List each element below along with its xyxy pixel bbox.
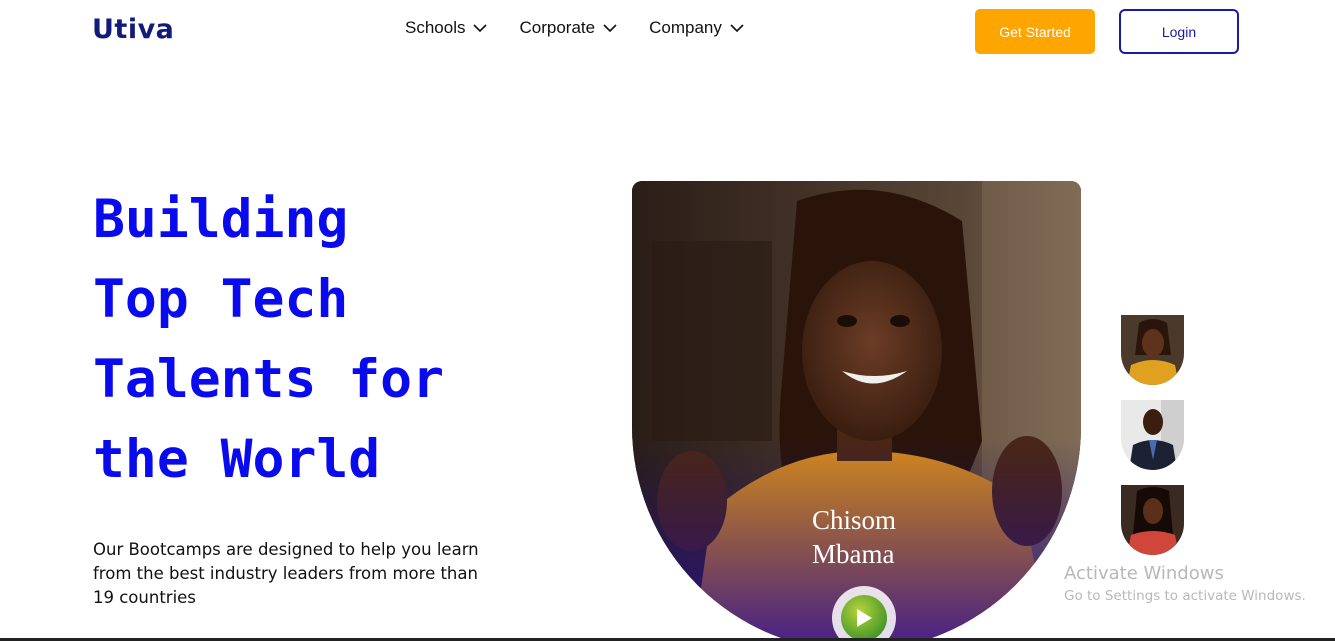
avatar-woman-red-icon [1121, 485, 1184, 555]
hero-title-line: Building [93, 189, 349, 250]
nav-item-schools[interactable]: Schools [405, 18, 488, 38]
activate-windows-title: Activate Windows [1064, 563, 1224, 584]
hero-title: Building Top Tech Talents for the World [93, 180, 593, 500]
hero-title-line: the World [93, 429, 381, 490]
play-button[interactable] [832, 586, 896, 641]
get-started-button[interactable]: Get Started [975, 9, 1095, 54]
nav-item-label: Corporate [519, 18, 596, 37]
testimonial-video[interactable]: Chisom Mbama [632, 181, 1081, 641]
video-still-image [632, 181, 1081, 641]
play-button-inner [841, 595, 887, 641]
avatar-man-suit-icon [1121, 400, 1184, 470]
chevron-down-icon [603, 23, 617, 32]
testimonial-person-name: Chisom Mbama [812, 503, 896, 571]
testimonial-thumbnail[interactable] [1121, 485, 1184, 555]
testimonial-thumbnail[interactable] [1121, 400, 1184, 470]
hero-title-line: Top Tech [93, 269, 349, 330]
testimonial-thumbnail[interactable] [1121, 315, 1184, 385]
main-nav: Schools Corporate Company [405, 18, 744, 38]
avatar-woman-yellow-icon [1121, 315, 1184, 385]
chevron-down-icon [473, 23, 488, 32]
hero-title-line: Talents for [93, 349, 444, 410]
login-button[interactable]: Login [1119, 9, 1239, 54]
nav-item-company[interactable]: Company [649, 18, 744, 38]
person-first-name: Chisom [812, 505, 897, 535]
nav-item-label: Schools [405, 18, 466, 37]
activate-windows-subtitle: Go to Settings to activate Windows. [1064, 588, 1306, 604]
person-last-name: Mbama [812, 539, 895, 569]
logo-text: Utiva [92, 13, 175, 45]
utiva-logo[interactable]: Utiva [92, 12, 174, 46]
play-icon [857, 609, 872, 627]
hero-subtitle: Our Bootcamps are designed to help you l… [93, 540, 479, 607]
nav-item-corporate[interactable]: Corporate [519, 18, 617, 38]
nav-item-label: Company [649, 18, 722, 37]
chevron-down-icon [730, 23, 744, 32]
